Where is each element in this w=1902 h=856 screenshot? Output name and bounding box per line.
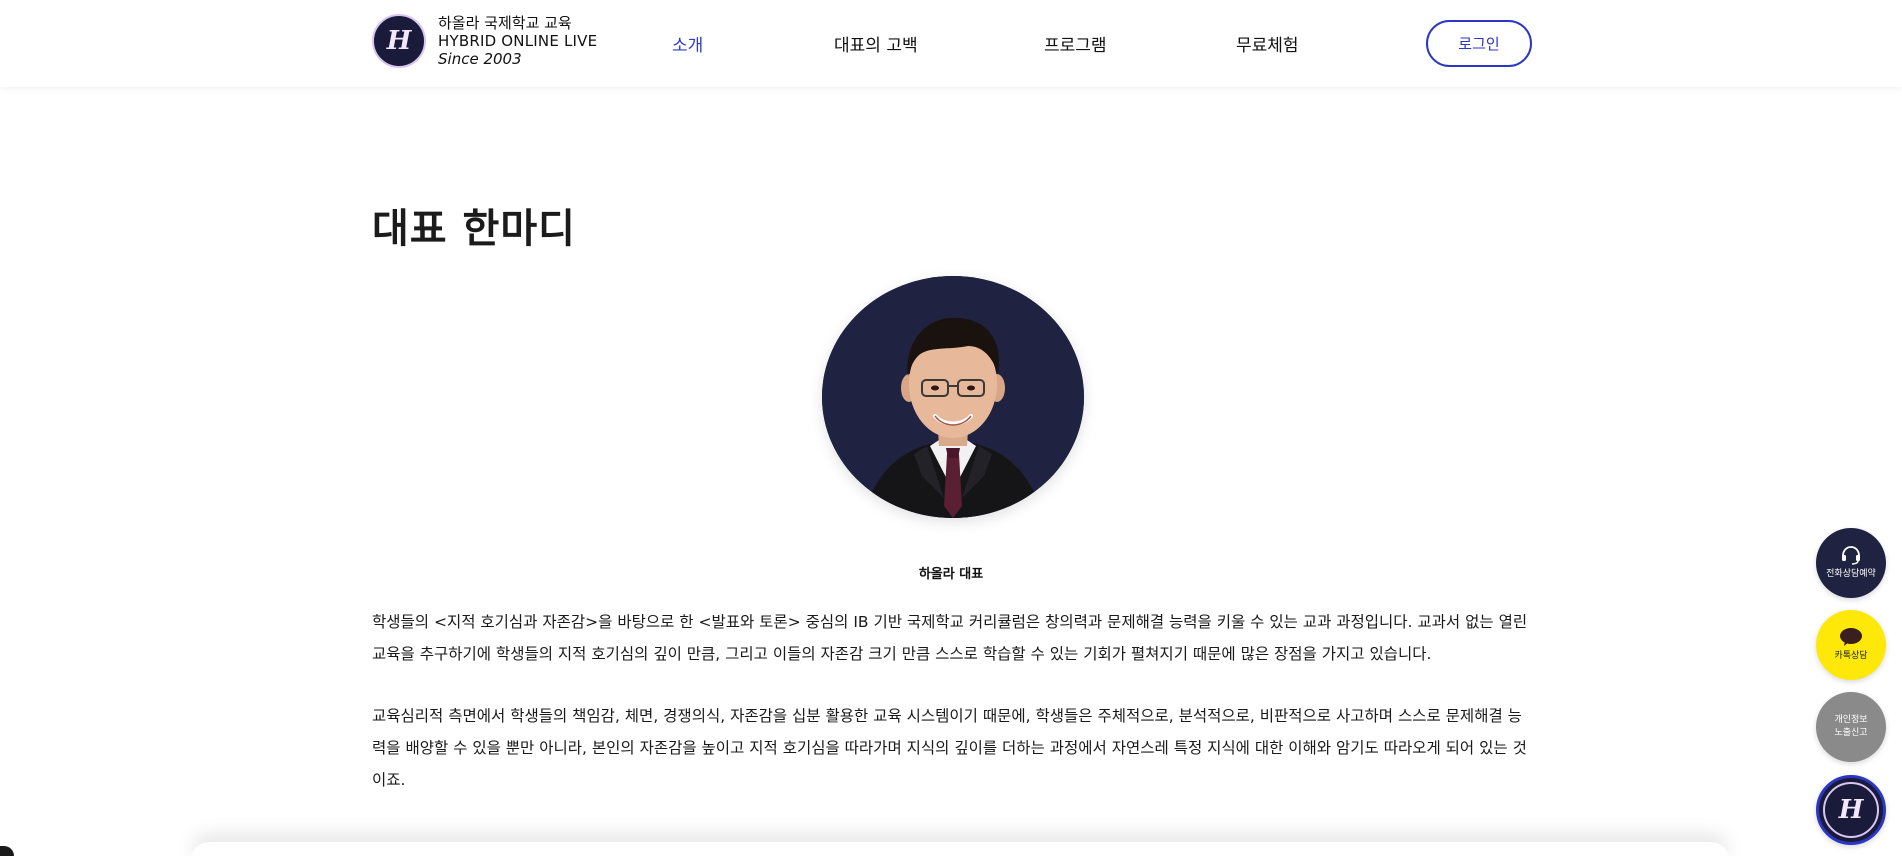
kakao-consult-button[interactable]: 카톡상담	[1816, 610, 1886, 680]
page: H 하올라 국제학교 교육 HYBRID ONLINE LIVE Since 2…	[0, 0, 1902, 856]
ceo-portrait	[822, 276, 1084, 518]
nav-item-free-trial[interactable]: 무료체험	[1236, 31, 1299, 56]
floating-logo-button[interactable]: H	[1816, 775, 1886, 845]
nav-item-ceo-confession[interactable]: 대표의 고백	[834, 31, 918, 56]
nav-item-program[interactable]: 프로그램	[1044, 31, 1107, 56]
nav-item-intro[interactable]: 소개	[672, 31, 703, 56]
brand-logo-icon: H	[372, 14, 426, 68]
login-button[interactable]: 로그인	[1426, 20, 1532, 67]
privacy-report-button[interactable]: 개인정보 노출신고	[1816, 692, 1886, 762]
brand-since: Since 2003	[438, 50, 522, 68]
intro-paragraph-1: 학생들의 <지적 호기심과 자존감>을 바탕으로 한 <발표와 토론> 중심의 …	[372, 613, 1528, 663]
phone-consult-button[interactable]: 전화상담예약	[1816, 528, 1886, 598]
brand-name: 하올라 국제학교 교육	[438, 14, 572, 32]
next-section-edge	[190, 842, 1730, 856]
brand-logo-link[interactable]: H 하올라 국제학교 교육 HYBRID ONLINE LIVE Since 2…	[372, 14, 597, 68]
page-title: 대표 한마디	[372, 206, 576, 252]
corner-decoration	[0, 846, 14, 856]
phone-consult-label: 전화상담예약	[1826, 569, 1876, 579]
privacy-report-label-1: 개인정보	[1834, 715, 1868, 725]
brand-text: 하올라 국제학교 교육 HYBRID ONLINE LIVE Since 200…	[438, 14, 597, 68]
kakao-consult-label: 카톡상담	[1834, 651, 1868, 661]
intro-paragraph-2: 교육심리적 측면에서 학생들의 책임감, 체면, 경쟁의식, 자존감을 십분 활…	[372, 707, 1527, 789]
chat-bubble-icon	[1840, 628, 1862, 646]
floating-logo-icon: H	[1823, 782, 1879, 838]
privacy-report-label-2: 노출신고	[1834, 728, 1868, 738]
ceo-portrait-illustration	[822, 276, 1084, 518]
portrait-caption: 하올라 대표	[918, 567, 984, 582]
brand-tagline: HYBRID ONLINE LIVE	[438, 32, 598, 50]
site-header: H 하올라 국제학교 교육 HYBRID ONLINE LIVE Since 2…	[0, 0, 1902, 87]
headset-icon	[1842, 546, 1860, 565]
